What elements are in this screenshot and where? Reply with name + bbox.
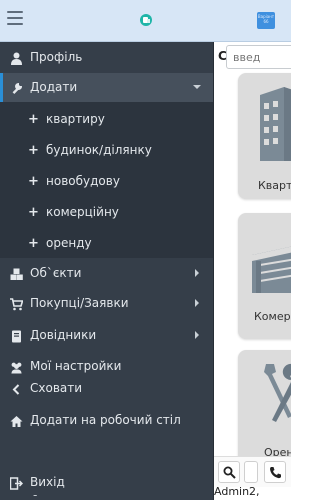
submenu-item-label: будинок/ділянку [46, 143, 152, 157]
sidebar-item-label: Мої настройки [30, 359, 122, 373]
hamburger-icon[interactable] [7, 11, 23, 27]
variant-badge-button[interactable]: Варіант 66 [257, 12, 275, 29]
factory-icon [252, 246, 291, 293]
phone-button[interactable] [264, 461, 286, 483]
sidebar-item-add-to-desktop[interactable]: Додати на робочий стіл [0, 406, 213, 436]
sidebar-item-buyers[interactable]: Покупці/Заявки [0, 289, 213, 319]
submenu-item-apartment[interactable]: + квартиру [0, 105, 213, 135]
tile-label: Кварти [258, 179, 291, 192]
plus-icon: + [28, 174, 39, 189]
submenu-item-house[interactable]: + будинок/ділянку [0, 136, 213, 166]
submenu-item-newbuild[interactable]: + новобудову [0, 167, 213, 197]
logo-icon[interactable] [139, 13, 153, 27]
cubes-icon [10, 268, 23, 280]
tile-commercial[interactable]: Комерці [238, 213, 291, 339]
sidebar-item-label: Профіль [30, 50, 83, 64]
plus-icon: + [28, 205, 39, 220]
book-icon [12, 330, 21, 343]
tile-apartment[interactable]: Кварти [238, 73, 291, 199]
sidebar-item-profile[interactable]: Профіль [0, 43, 213, 73]
phone-icon [270, 467, 281, 479]
cart-icon [10, 298, 23, 311]
sidebar-item-add[interactable]: Додати [0, 73, 213, 103]
caret-right-icon [195, 299, 199, 307]
sidebar-item-label: Вихід [30, 475, 65, 489]
plus-icon: + [28, 112, 39, 127]
search-input[interactable] [226, 45, 291, 69]
wrench-icon [12, 82, 23, 94]
submenu-item-label: оренду [46, 236, 92, 250]
submenu-item-label: квартиру [46, 112, 105, 126]
caret-right-icon [195, 331, 199, 339]
submenu-item-label: новобудову [46, 174, 120, 188]
tile-label: Комерці [254, 310, 291, 323]
caret-down-icon [193, 85, 201, 89]
plus-icon: + [28, 143, 39, 158]
users-icon [11, 362, 22, 374]
building-icon [260, 87, 291, 161]
top-bar: Варіант 66 [0, 0, 291, 42]
sidebar-item-objects[interactable]: Об`єкти [0, 259, 213, 289]
sidebar: Профіль Додати + квартиру + будинок/діля… [0, 42, 214, 502]
sidebar-item-label: Покупці/Заявки [30, 296, 129, 310]
user-icon [11, 52, 22, 65]
sidebar-item-label: Довідники [30, 328, 97, 342]
sidebar-item-label: Об`єкти [30, 266, 82, 280]
sidebar-item-exit[interactable]: Вихід [0, 468, 213, 498]
submenu-item-rent[interactable]: + оренду [0, 229, 213, 259]
sidebar-item-label: Сховати [30, 381, 83, 395]
bottom-toolbar [214, 456, 291, 487]
sidebar-item-hide[interactable]: Сховати [0, 374, 213, 404]
search-button[interactable] [218, 461, 240, 483]
home-icon [10, 416, 23, 427]
search-icon [223, 466, 236, 479]
plus-icon: + [28, 236, 39, 251]
status-user-text: Admin2, [214, 485, 260, 498]
sidebar-item-directories[interactable]: Довідники [0, 321, 213, 351]
filter-field[interactable] [244, 461, 258, 483]
exit-icon [10, 477, 23, 490]
submenu-item-label: комерційну [46, 205, 119, 219]
main-panel: С Кварти Комерці [214, 42, 291, 500]
chevron-left-icon [12, 384, 20, 395]
sidebar-item-label: Додати [30, 80, 78, 94]
tools-icon [264, 363, 291, 422]
caret-right-icon [195, 269, 199, 277]
submenu-item-commercial[interactable]: + комерційну [0, 198, 213, 228]
sidebar-item-label: Додати на робочий стіл [30, 413, 181, 427]
